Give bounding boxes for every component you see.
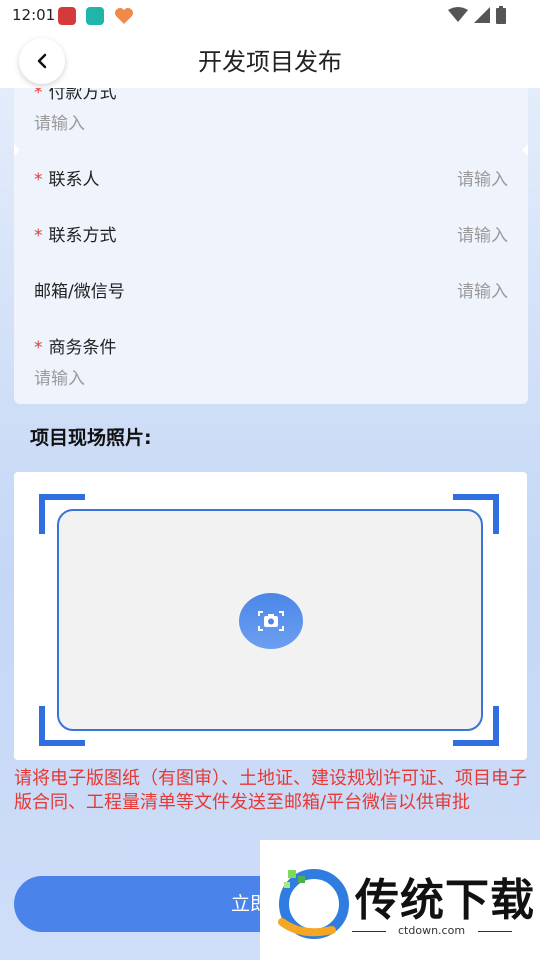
business-terms-field: * 商务条件 — [34, 333, 508, 358]
contact-person-label: 联系人 — [48, 170, 100, 190]
payment-method-field: * 付款方式 — [34, 88, 508, 103]
status-bar: 12:01 — [0, 0, 540, 32]
required-mark: * — [34, 226, 43, 246]
contact-person-input[interactable]: 请输入 — [457, 165, 508, 190]
watermark-url: ctdown.com — [398, 924, 466, 937]
battery-icon — [496, 6, 506, 24]
photo-upload-card — [14, 472, 527, 760]
contact-method-field: * 联系方式 请输入 — [34, 221, 508, 246]
payment-method-input[interactable]: 请输入 — [34, 109, 85, 134]
email-wechat-input[interactable]: 请输入 — [457, 277, 508, 302]
required-mark: * — [34, 88, 43, 103]
photo-upload-area[interactable] — [57, 509, 483, 731]
watermark-name: 传统下载 — [355, 875, 535, 926]
status-time: 12:01 — [12, 6, 56, 24]
email-wechat-field: 邮箱/微信号 请输入 — [34, 277, 508, 302]
contact-method-label: 联系方式 — [48, 226, 117, 246]
contact-method-input[interactable]: 请输入 — [457, 221, 508, 246]
divider — [352, 931, 386, 932]
email-wechat-label: 邮箱/微信号 — [34, 282, 125, 302]
divider-notch — [522, 144, 528, 156]
business-terms-label: 商务条件 — [48, 338, 117, 358]
wifi-icon — [448, 7, 468, 22]
watermark-logo-icon — [278, 869, 349, 939]
divider — [478, 931, 512, 932]
status-icons — [448, 6, 506, 24]
required-mark: * — [34, 170, 43, 190]
payment-method-label: 付款方式 — [48, 88, 117, 103]
heart-app-icon — [114, 7, 134, 25]
app-notification-icon — [58, 7, 76, 25]
business-terms-input[interactable]: 请输入 — [34, 364, 85, 389]
photos-section-title: 项目现场照片: — [30, 427, 152, 449]
camera-button[interactable] — [239, 593, 303, 649]
contact-person-field: * 联系人 请输入 — [34, 165, 508, 190]
required-mark: * — [34, 338, 43, 358]
project-form-card: * 付款方式 请输入 * 联系人 请输入 * 联系方式 请输入 邮箱/微信号 请输入 … — [14, 88, 528, 404]
app-notification-icon — [86, 7, 104, 25]
signal-icon — [474, 7, 490, 23]
watermark: 传统下载 ctdown.com — [260, 840, 540, 960]
camera-icon — [258, 611, 284, 631]
app-header: 开发项目发布 — [0, 32, 540, 88]
submission-notice: 请将电子版图纸（有图审）、土地证、建设规划许可证、项目电子版合同、工程量清单等文… — [14, 768, 527, 813]
page-title: 开发项目发布 — [198, 48, 342, 76]
divider-notch — [14, 144, 20, 156]
